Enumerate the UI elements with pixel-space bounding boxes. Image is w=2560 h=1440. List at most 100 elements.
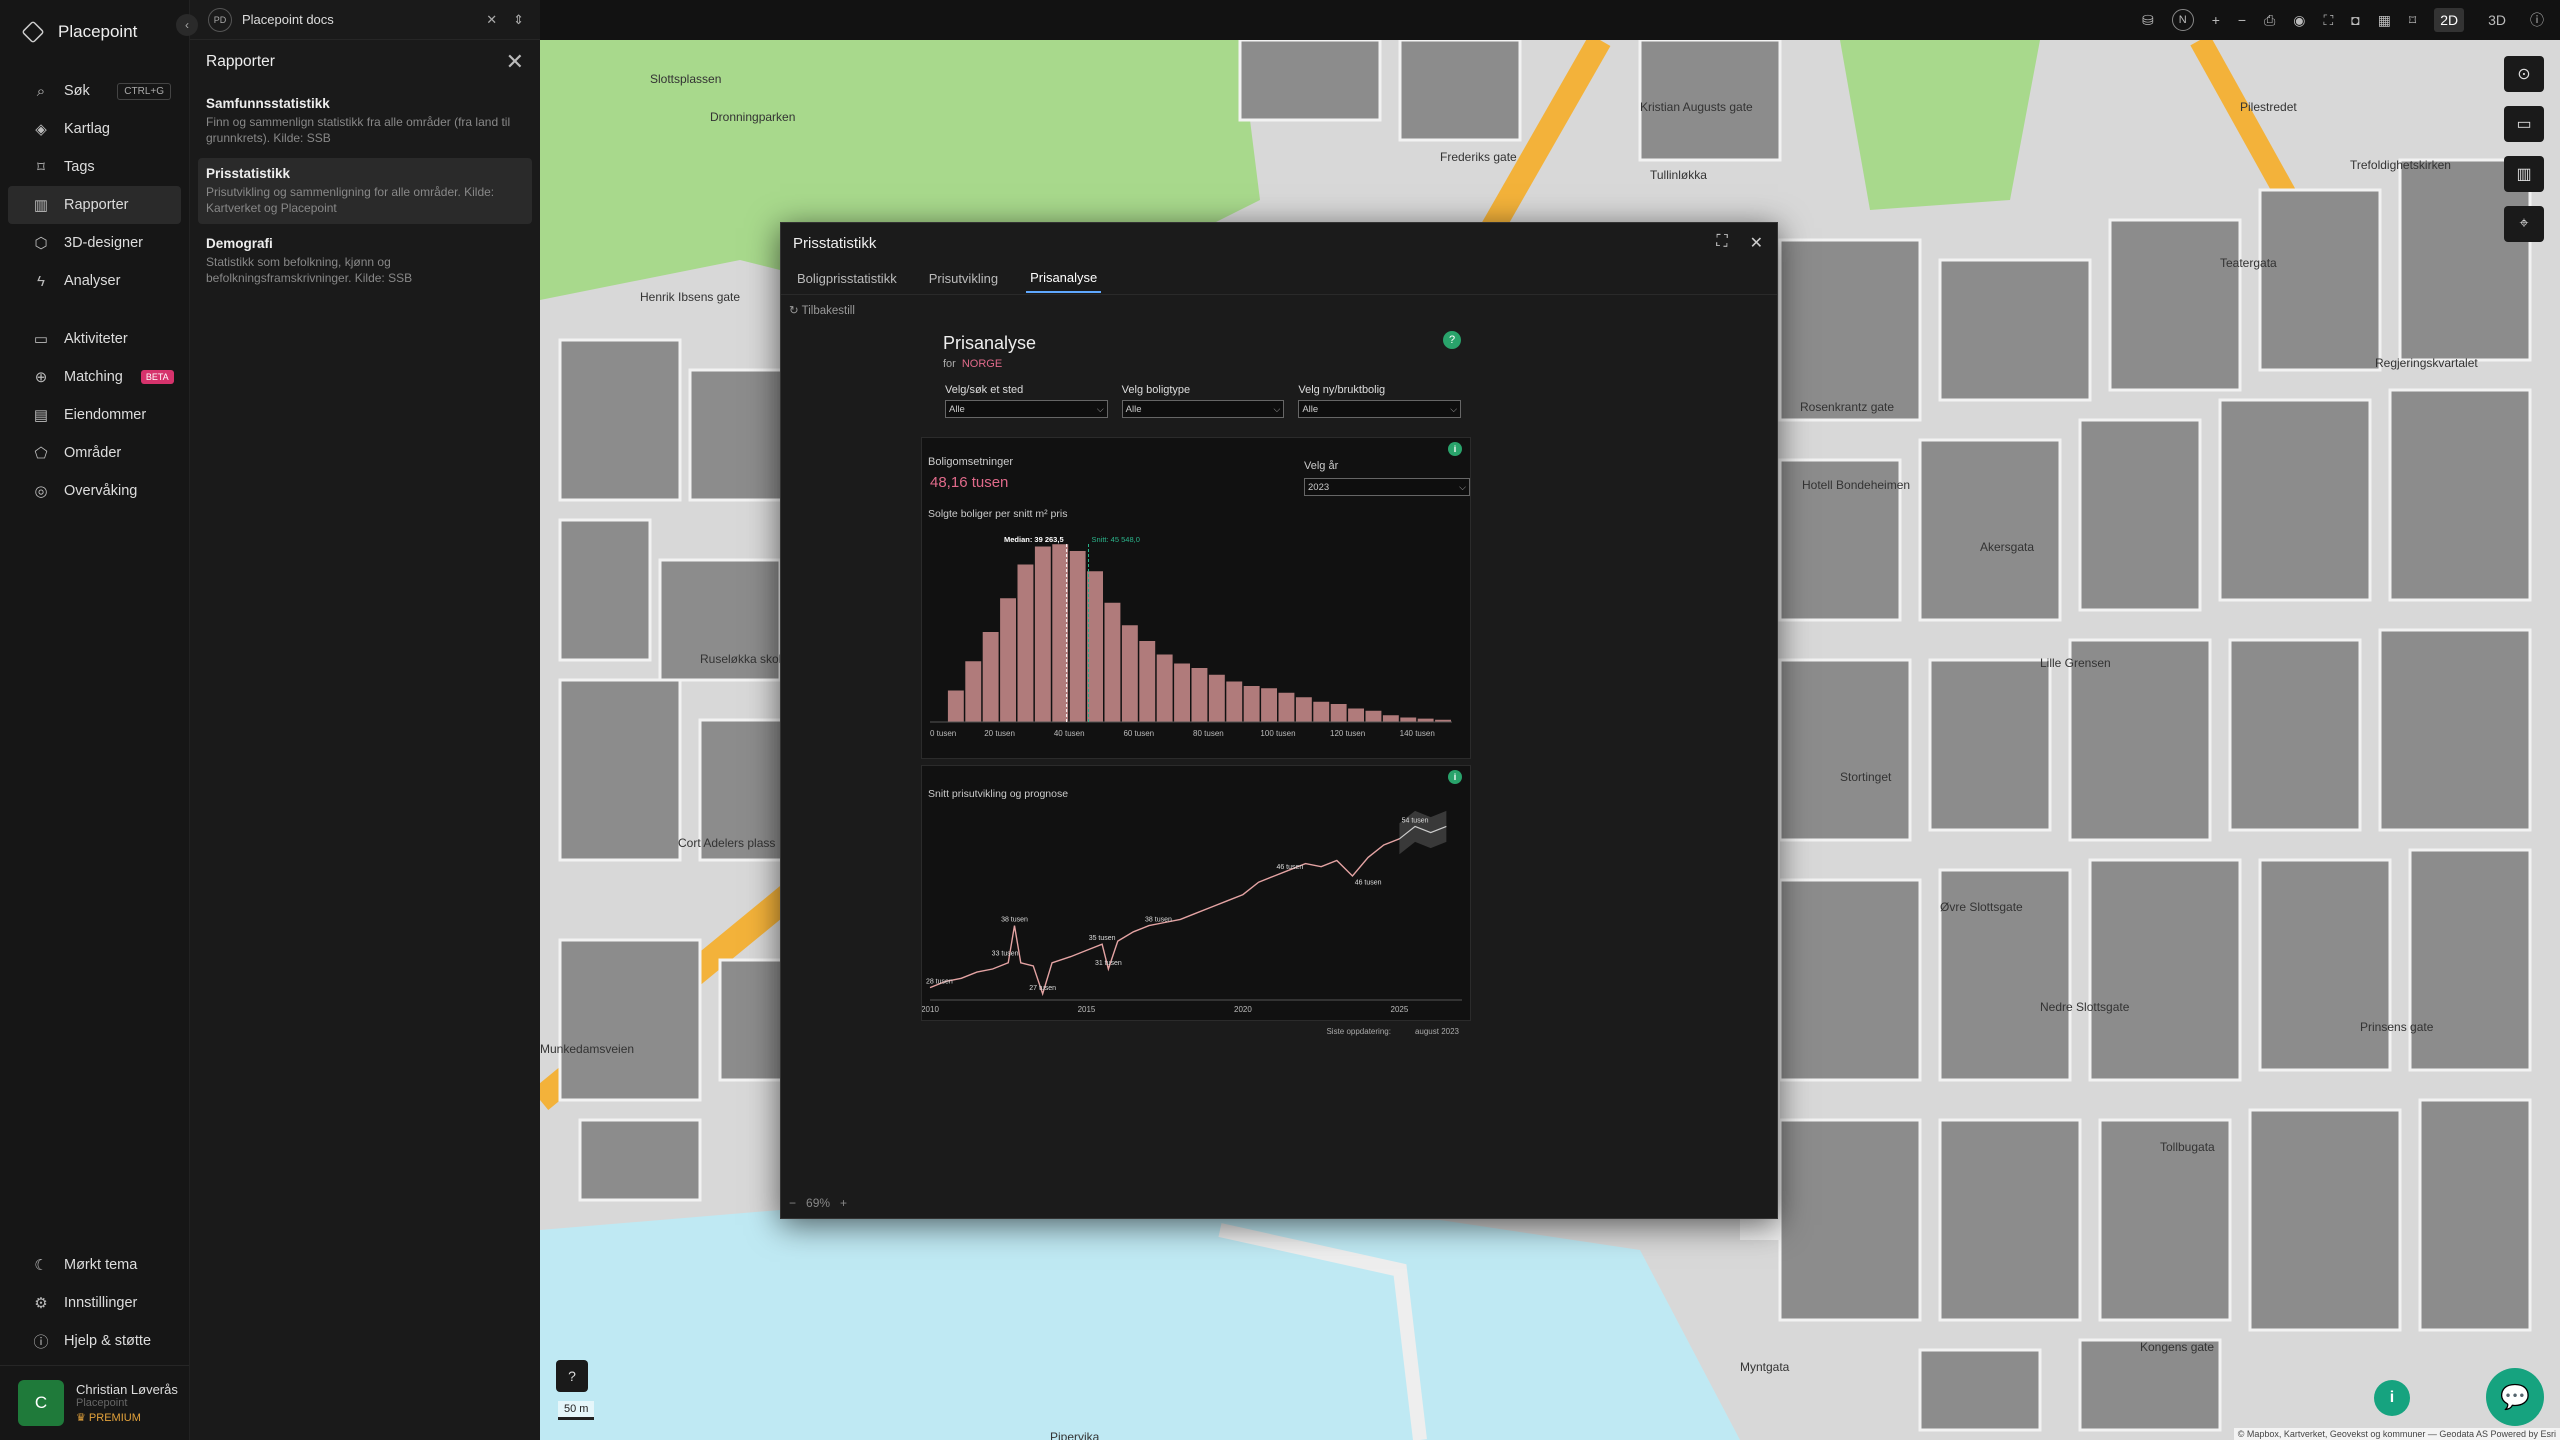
doc-badge: PD xyxy=(208,7,232,32)
close-icon[interactable]: ✕ xyxy=(1750,233,1763,253)
data-label: 31 tusen xyxy=(1095,960,1122,967)
histogram-bar xyxy=(1052,544,1069,722)
nav-item-matching[interactable]: ⊕ Matching BETA xyxy=(8,358,181,396)
map-right-tools: ⊙ ▭ ▥ ⌖ xyxy=(2504,56,2544,242)
chevron-updown-icon[interactable]: ⇕ xyxy=(513,12,524,28)
mean-label: Snitt: 45 548,0 xyxy=(1092,535,1140,544)
data-label: 38 tusen xyxy=(1145,917,1172,924)
cube-icon: ⬡ xyxy=(34,235,48,252)
zoom-in-icon[interactable]: + xyxy=(2212,12,2220,28)
panel-header: Rapporter ✕ xyxy=(190,40,540,84)
histogram-bar xyxy=(1156,654,1173,722)
filter-new-used: Velg ny/bruktbolig Alle ⌵ xyxy=(1298,384,1462,418)
tab-prisutvikling[interactable]: Prisutvikling xyxy=(925,265,1002,292)
histogram-bar xyxy=(1348,708,1364,722)
bookmark-icon[interactable]: ⌑ xyxy=(2409,12,2416,29)
doc-bar: PD Placepoint docs ✕ ⇕ xyxy=(190,0,540,40)
place-select[interactable]: Alle ⌵ xyxy=(945,400,1108,418)
chat-button[interactable]: 💬 xyxy=(2486,1368,2544,1426)
grid-icon[interactable]: ▦ xyxy=(2378,12,2391,29)
close-panel-icon[interactable]: ✕ xyxy=(506,49,524,75)
nav-item-label: Overvåking xyxy=(64,483,138,499)
tab-boligprisstatistikk[interactable]: Boligprisstatistikk xyxy=(793,265,901,292)
pin-icon[interactable]: ⌖ xyxy=(2504,206,2544,242)
report-title: Demografi xyxy=(206,236,273,251)
data-label: 28 tusen xyxy=(926,979,953,986)
report-item[interactable]: Samfunnsstatistikk Finn og sammenlign st… xyxy=(198,88,532,154)
nav-item-settings[interactable]: ⚙ Innstillinger xyxy=(8,1284,181,1322)
mode-3d-button[interactable]: 3D xyxy=(2482,8,2512,32)
nav-item-dark-theme[interactable]: ☾ Mørkt tema xyxy=(8,1246,181,1284)
report-item[interactable]: Prisstatistikk Prisutvikling og sammenli… xyxy=(198,158,532,224)
data-label: 46 tusen xyxy=(1355,879,1382,886)
histogram-bar xyxy=(1087,571,1103,722)
layers-icon: ◈ xyxy=(35,121,47,138)
nav-item-search[interactable]: ⌕ Søk CTRL+G xyxy=(8,72,181,110)
nav-item-3d-designer[interactable]: ⬡ 3D-designer xyxy=(8,224,181,262)
print-icon[interactable]: ⎙ xyxy=(2264,12,2275,29)
zoom-out-icon[interactable]: − xyxy=(789,1196,796,1210)
housing-type-select[interactable]: Alle ⌵ xyxy=(1121,400,1285,418)
measure-icon[interactable]: ▭ xyxy=(2504,106,2544,142)
info-icon[interactable]: i xyxy=(1448,770,1462,784)
reset-label: Tilbakestill xyxy=(801,305,855,317)
expand-icon[interactable]: ⛶ xyxy=(1716,233,1727,253)
map-label: Munkedamsveien xyxy=(540,1042,635,1056)
map-help-button[interactable]: ? xyxy=(556,1360,588,1392)
nav-item-aktiviteter[interactable]: ▭ Aktiviteter xyxy=(8,320,181,358)
map-label: Pipervika xyxy=(1050,1430,1100,1440)
collapse-nav-button[interactable]: ‹ xyxy=(176,14,198,36)
filter-label: Velg ny/bruktbolig xyxy=(1298,384,1386,396)
close-doc-icon[interactable]: ✕ xyxy=(486,12,497,28)
report-item[interactable]: Demografi Statistikk som befolkning, kjø… xyxy=(198,228,532,294)
zoom-in-icon[interactable]: + xyxy=(840,1196,847,1210)
help-icon[interactable]: ? xyxy=(1443,331,1461,349)
select-value: Alle xyxy=(1302,403,1319,415)
zoom-out-icon[interactable]: − xyxy=(2238,12,2246,28)
brand[interactable]: Placepoint xyxy=(0,0,189,64)
user-profile[interactable]: C Christian Løverås Placepoint ♛ PREMIUM xyxy=(0,1365,189,1440)
nav-item-omrader[interactable]: ⬠ Områder xyxy=(8,434,181,472)
nav-item-rapporter[interactable]: ▥ Rapporter xyxy=(8,186,181,224)
layers-toggle-icon[interactable]: ⛁ xyxy=(2142,12,2154,29)
user-plan: ♛ PREMIUM xyxy=(76,1412,141,1424)
camera-icon[interactable]: ◘ xyxy=(2351,12,2359,28)
map-label: Henrik Ibsens gate xyxy=(640,290,741,304)
tab-prisanalyse[interactable]: Prisanalyse xyxy=(1026,264,1102,293)
for-label: for xyxy=(943,358,956,370)
map-label: Tullinløkka xyxy=(1650,168,1707,182)
info-icon[interactable]: i xyxy=(1448,442,1462,456)
fullscreen-icon[interactable]: ⛶ xyxy=(2323,12,2333,29)
sales-label: Boligomsetninger xyxy=(928,456,1013,468)
year-select[interactable]: 2023 ⌵ xyxy=(1304,478,1470,496)
info-icon[interactable]: ⓘ xyxy=(2530,10,2544,30)
nav-item-analyser[interactable]: ϟ Analyser xyxy=(8,262,181,300)
compass-north-icon[interactable]: N xyxy=(2171,9,2194,31)
nav-item-overvaking[interactable]: ◎ Overvåking xyxy=(8,472,181,510)
x-tick-label: 2015 xyxy=(1078,1005,1096,1014)
sales-histogram-card: i Boligomsetninger 48,16 tusen Velg år 2… xyxy=(921,437,1471,759)
nav-item-label: Tags xyxy=(64,159,95,175)
price-statistics-modal: Prisstatistikk ⛶ ✕ Boligprisstatistikk P… xyxy=(780,222,1778,1219)
beta-badge: BETA xyxy=(140,370,174,384)
modal-tabs: Boligprisstatistikk Prisutvikling Prisan… xyxy=(781,263,1777,295)
new-used-select[interactable]: Alle ⌵ xyxy=(1298,400,1462,418)
map-info-button[interactable]: i xyxy=(2374,1380,2410,1416)
nav-item-help[interactable]: ⓘ Hjelp & støtte xyxy=(8,1322,181,1360)
mode-2d-button[interactable]: 2D xyxy=(2434,8,2465,32)
water-area xyxy=(540,1210,1740,1440)
nav-item-eiendommer[interactable]: ▤ Eiendommer xyxy=(8,396,181,434)
nav-item-tags[interactable]: ⌑ Tags xyxy=(8,148,181,186)
nav-item-kartlag[interactable]: ◈ Kartlag xyxy=(8,110,181,148)
monitor-icon: ◎ xyxy=(34,483,48,500)
chart-icon[interactable]: ▥ xyxy=(2504,156,2544,192)
histogram-bar xyxy=(1226,681,1243,722)
doc-title[interactable]: Placepoint docs xyxy=(242,12,334,27)
updated-value: august 2023 xyxy=(1414,1027,1459,1036)
report-scope: for NORGE xyxy=(943,358,1461,370)
search-area-icon[interactable]: ⊙ xyxy=(2504,56,2544,92)
x-tick-label: 60 tusen xyxy=(1123,729,1154,738)
histogram-bar xyxy=(1139,641,1156,722)
nav-item-label: Hjelp & støtte xyxy=(64,1333,152,1349)
eye-icon[interactable]: ◉ xyxy=(2293,12,2305,29)
